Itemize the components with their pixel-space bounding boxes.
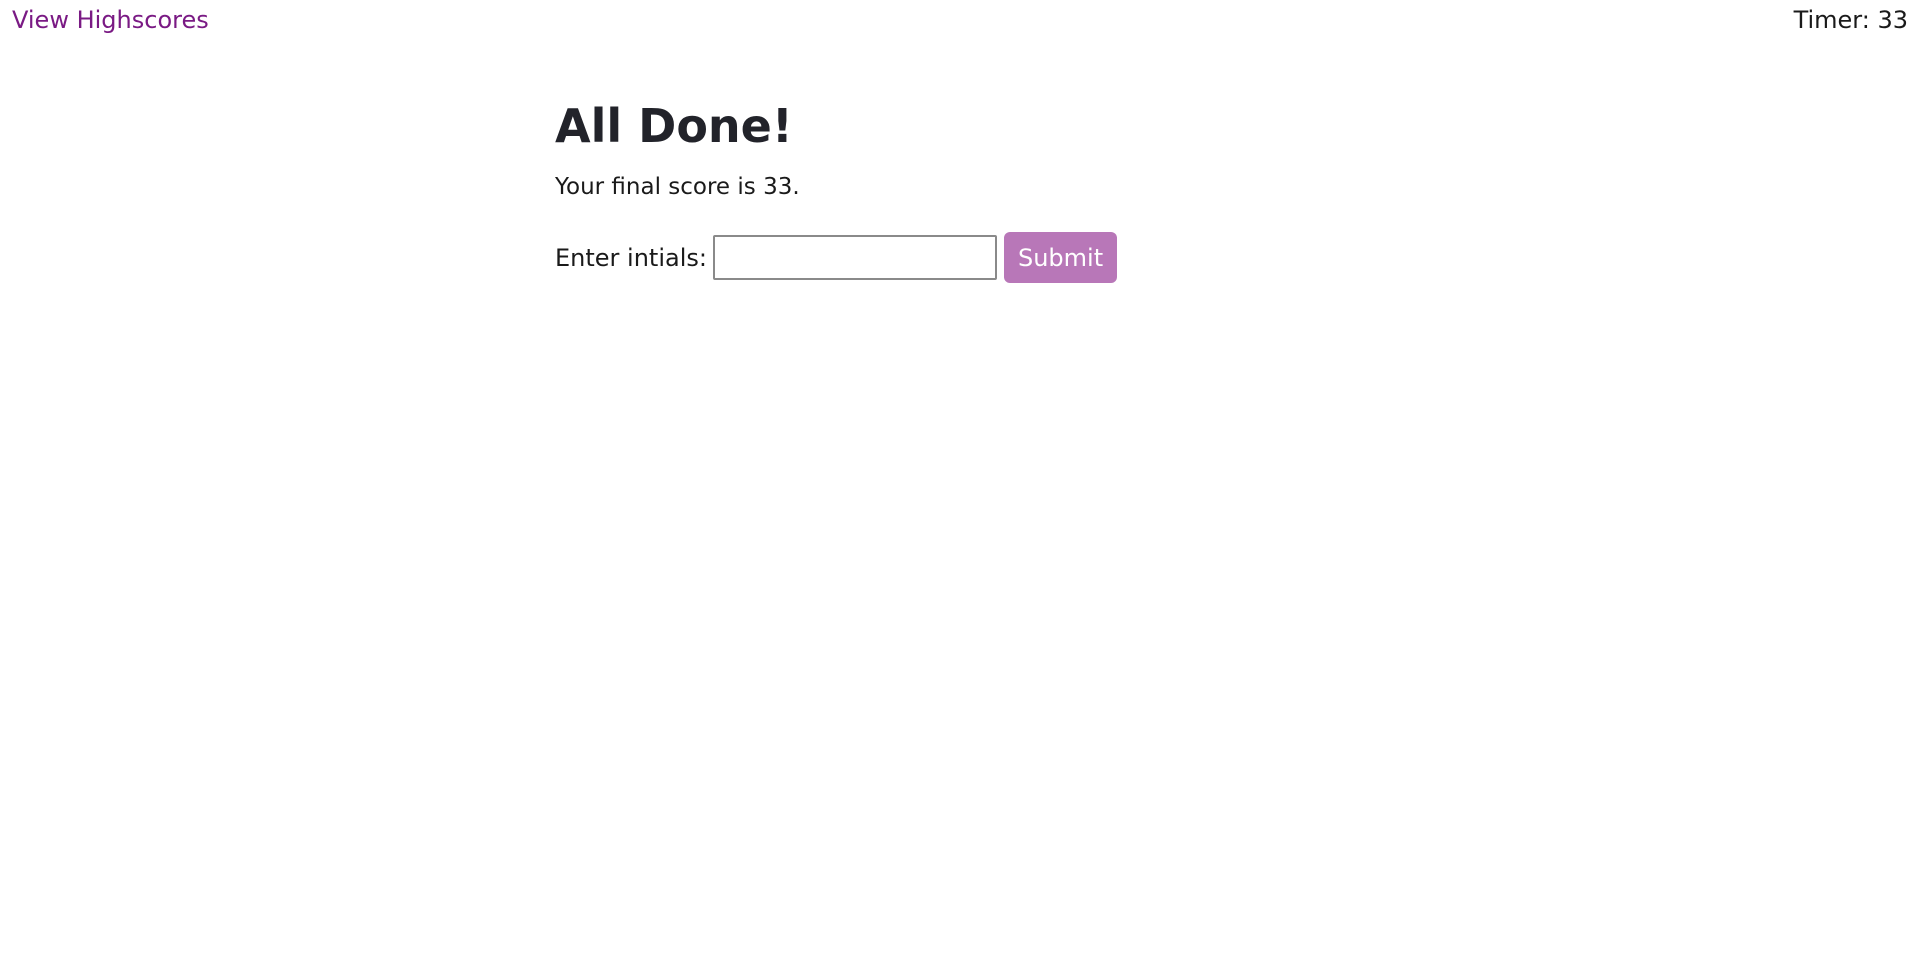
- submit-button[interactable]: Submit: [1003, 232, 1118, 283]
- initials-label: Enter intials:: [555, 243, 707, 272]
- final-score-text: Your final score is 33.: [555, 174, 800, 200]
- initials-form: Enter intials: Submit: [555, 232, 1455, 283]
- view-highscores-link[interactable]: View Highscores: [12, 6, 209, 34]
- initials-input[interactable]: [712, 235, 997, 280]
- top-bar: View Highscores Timer: 33: [0, 0, 1920, 40]
- quiz-complete-panel: All Done! Your final score is 33. Enter …: [555, 96, 1455, 283]
- timer-display: Timer: 33: [1793, 6, 1908, 34]
- page-title: All Done!: [555, 99, 793, 153]
